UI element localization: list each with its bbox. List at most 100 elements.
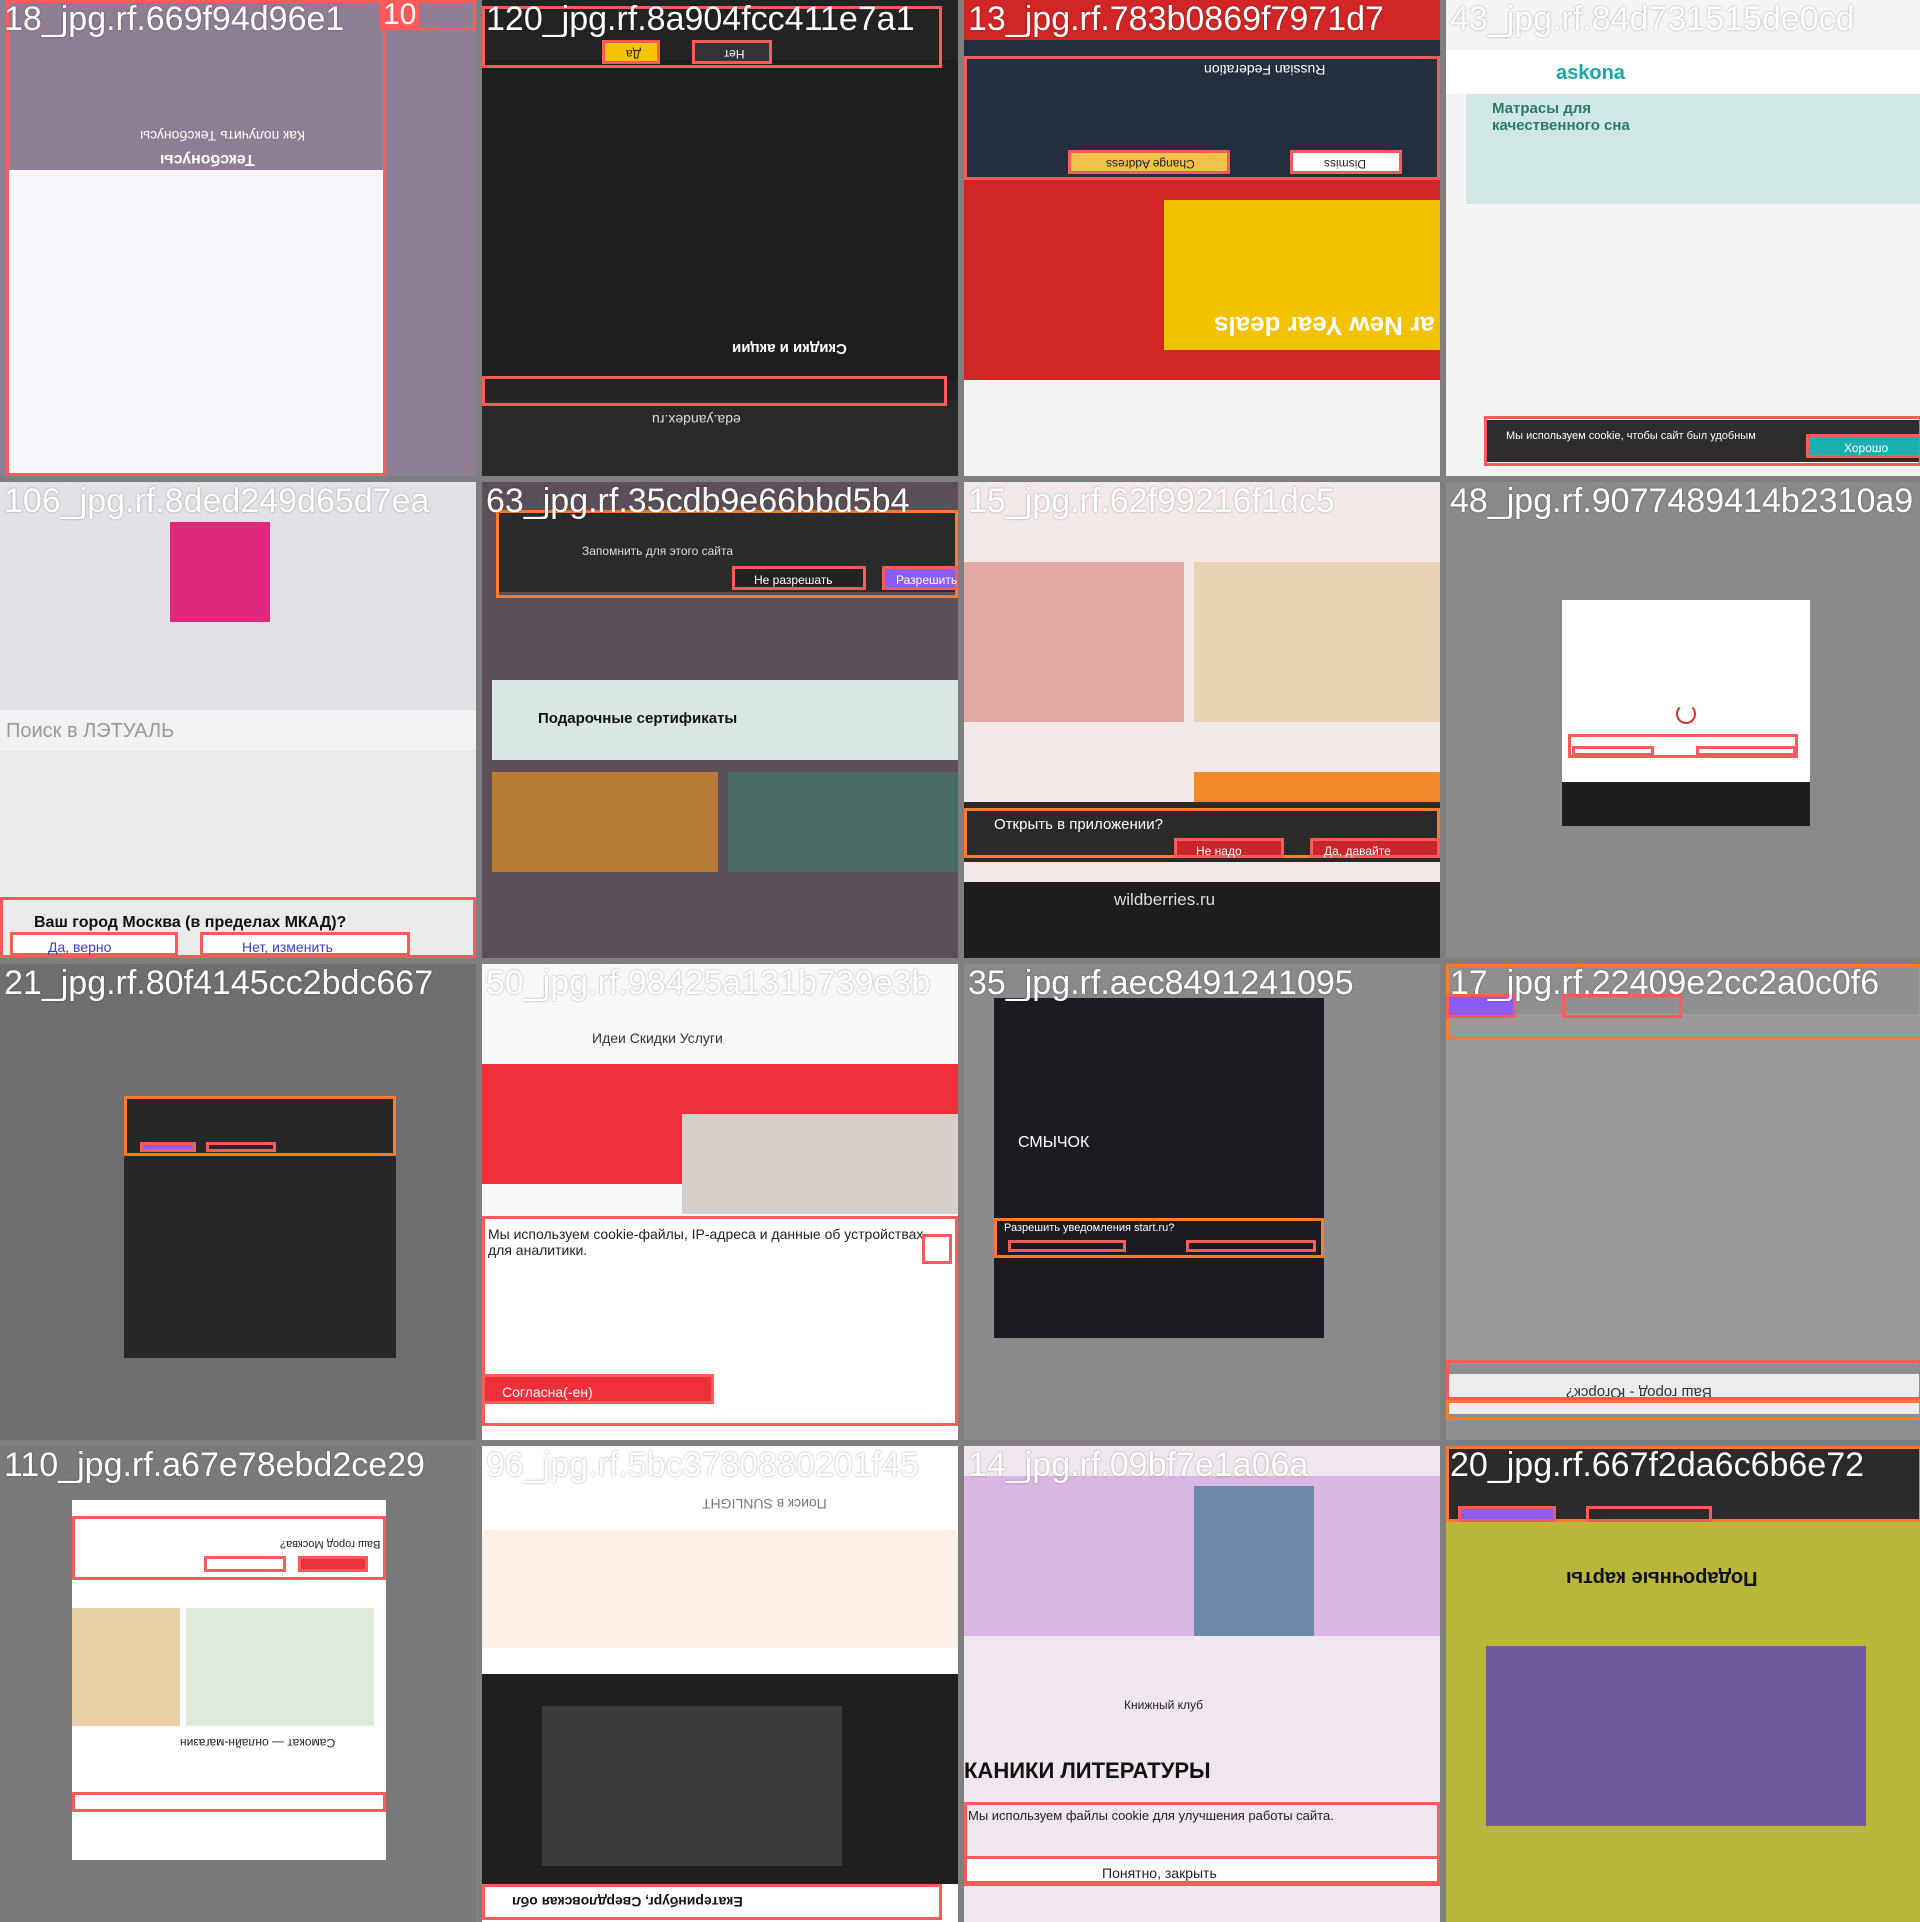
filename-label: 35_jpg.rf.aec8491241095 bbox=[968, 964, 1354, 1002]
dismiss-button[interactable]: Dismiss bbox=[1290, 150, 1402, 174]
tile: 48_jpg.rf.9077489414b2310a9 bbox=[1446, 482, 1920, 958]
button-box[interactable] bbox=[1696, 746, 1796, 756]
promo-banner bbox=[482, 1530, 958, 1648]
highlight-box bbox=[6, 0, 386, 476]
button-label: Понятно, закрыть bbox=[1102, 1865, 1217, 1881]
change-address-button[interactable]: Change Address bbox=[1068, 150, 1230, 174]
book-club-label[interactable]: Книжный клуб bbox=[1124, 1698, 1203, 1712]
tile: Книжный клуб КАНИКИ ЛИТЕРАТУРЫ Мы исполь… bbox=[964, 1446, 1440, 1922]
filename-label: 48_jpg.rf.9077489414b2310a9 bbox=[1450, 482, 1914, 520]
allow-button[interactable]: Разрешить bbox=[882, 566, 958, 590]
button-box[interactable]: Нет bbox=[692, 40, 772, 64]
search-placeholder: Поиск в ЛЭТУАЛЬ bbox=[6, 720, 175, 742]
promo-title: Подарочные сертификаты bbox=[538, 710, 738, 727]
tile: Russian Federation ar New Year deals Cha… bbox=[964, 0, 1440, 476]
decline-button[interactable]: Не надо bbox=[1174, 838, 1284, 858]
filename-label: 17_jpg.rf.22409e2cc2a0c0f6 bbox=[1450, 964, 1880, 1002]
tile: Идеи Скидки Услуги Мы используем cookie-… bbox=[482, 964, 958, 1440]
page-title: Самокат — онлайн-магазин bbox=[180, 1736, 336, 1750]
ok-button[interactable]: Хорошо bbox=[1806, 434, 1920, 458]
filename-label: 21_jpg.rf.80f4145cc2bdc667 bbox=[4, 964, 434, 1002]
button-label: Разрешить bbox=[896, 573, 958, 587]
highlight-box bbox=[994, 1218, 1324, 1258]
tile-orange bbox=[492, 772, 718, 872]
tile: Самокат — онлайн-магазин Ваш город Москв… bbox=[0, 1446, 476, 1922]
confirm-city-button[interactable]: Да, верно bbox=[10, 932, 178, 956]
sofa-image bbox=[682, 1114, 958, 1214]
tag: 10 bbox=[380, 0, 420, 30]
product-strip bbox=[964, 380, 1440, 476]
search-placeholder[interactable]: Поиск в SUNLIGHT bbox=[702, 1496, 827, 1512]
deny-button[interactable]: Не разрешать bbox=[732, 566, 866, 590]
content bbox=[482, 60, 958, 380]
allow-button[interactable] bbox=[1458, 1506, 1556, 1522]
food-card bbox=[186, 1608, 374, 1726]
ring-box bbox=[542, 1706, 842, 1866]
brand-logo: askona bbox=[1556, 62, 1625, 84]
filename-label: 43_jpg.rf.84d731515de0cd bbox=[1450, 0, 1855, 38]
loading-spinner-icon bbox=[1676, 704, 1696, 724]
tile: Запомнить для этого сайта Подарочные сер… bbox=[482, 482, 958, 958]
deny-button[interactable] bbox=[1586, 1506, 1712, 1522]
other-city-button[interactable] bbox=[204, 1556, 286, 1572]
tile: СМЫЧОК Разрешить уведомления start.ru? 3… bbox=[964, 964, 1440, 1440]
highlight-box bbox=[1446, 1400, 1920, 1420]
allow-button[interactable] bbox=[1186, 1240, 1316, 1252]
filename-label: 13_jpg.rf.783b0869f7971d7 bbox=[968, 0, 1384, 38]
tile: Ваш город - Югорск? 17_jpg.rf.22409e2cc2… bbox=[1446, 964, 1920, 1440]
block-button[interactable] bbox=[1008, 1240, 1126, 1252]
phone-navbar bbox=[1562, 782, 1810, 826]
product-image bbox=[1194, 562, 1440, 722]
tile: Поиск в ЛЭТУАЛЬ Ваш город Москва (в пред… bbox=[0, 482, 476, 958]
button-label: Да bbox=[626, 47, 641, 61]
button-label: Согласна(-ен) bbox=[502, 1384, 593, 1400]
filename-label: 15_jpg.rf.62f99216f1dc5 bbox=[968, 482, 1335, 520]
hero-title: СМЫЧОК bbox=[1018, 1134, 1090, 1151]
button-label: Change Address bbox=[1106, 157, 1195, 171]
filename-label: 50_jpg.rf.98425a131b739e3b bbox=[486, 964, 931, 1002]
button-box[interactable] bbox=[206, 1142, 276, 1152]
highlight-box bbox=[482, 376, 947, 406]
book-cover bbox=[1194, 1486, 1314, 1636]
highlight-box bbox=[1446, 1360, 1920, 1400]
promo-text: ar New Year deals bbox=[1214, 311, 1435, 341]
nav-tabs[interactable]: Идеи Скидки Услуги bbox=[592, 1030, 723, 1046]
filename-label: 96_jpg.rf.5bc3780880201f45 bbox=[486, 1446, 919, 1484]
tile: eda.yandex.ru Скидки и акции Да Нет 120_… bbox=[482, 0, 958, 476]
hero-text: Матрасы для качественного сна bbox=[1492, 100, 1630, 134]
card-image bbox=[1486, 1646, 1866, 1826]
button-label: Да, давайте bbox=[1324, 844, 1391, 858]
page-content bbox=[1446, 1014, 1920, 1364]
filename-label: 110_jpg.rf.a67e78ebd2ce29 bbox=[4, 1446, 425, 1484]
highlight-box bbox=[482, 1884, 942, 1920]
filename-label: 63_jpg.rf.35cdb9e66bbd5b4 bbox=[486, 482, 910, 520]
screenshot-grid: Тексбонусы Как получить Тексбонусы 18_jp… bbox=[0, 0, 1920, 1922]
close-icon[interactable] bbox=[922, 1234, 952, 1264]
button-label: Хорошо bbox=[1844, 441, 1889, 455]
address-text: eda.yandex.ru bbox=[652, 412, 741, 428]
discount-badge bbox=[170, 522, 270, 622]
header bbox=[1446, 50, 1920, 94]
change-city-button[interactable]: Нет, изменить bbox=[200, 932, 410, 956]
food-card bbox=[72, 1608, 180, 1726]
accept-button[interactable]: Согласна(-ен) bbox=[482, 1374, 714, 1404]
filename-label: 20_jpg.rf.667f2da6c6b6e72 bbox=[1450, 1446, 1865, 1484]
product-image bbox=[964, 562, 1184, 722]
confirm-city-button[interactable] bbox=[298, 1556, 368, 1572]
phone-screen bbox=[994, 998, 1324, 1338]
button-box[interactable] bbox=[140, 1142, 196, 1152]
button-box[interactable]: Да bbox=[602, 40, 660, 64]
filename-label: 18_jpg.rf.669f94d96e1 bbox=[4, 0, 345, 38]
button-label: Нет, изменить bbox=[242, 939, 333, 955]
button-box[interactable] bbox=[1572, 746, 1654, 756]
close-cookie-button[interactable]: Понятно, закрыть bbox=[964, 1856, 1440, 1884]
section-heading: КАНИКИ ЛИТЕРАТУРЫ bbox=[964, 1758, 1211, 1783]
tile: Поиск в SUNLIGHT Екатеринбург, Свердловс… bbox=[482, 1446, 958, 1922]
address-text: wildberries.ru bbox=[1114, 890, 1216, 909]
accept-button[interactable]: Да, давайте bbox=[1310, 838, 1440, 858]
tile: 21_jpg.rf.80f4145cc2bdc667 bbox=[0, 964, 476, 1440]
tile: Тексбонусы Как получить Тексбонусы 18_jp… bbox=[0, 0, 476, 476]
tile: Подарочные карты 20_jpg.rf.667f2da6c6b6e… bbox=[1446, 1446, 1920, 1922]
button-label: Нет bbox=[724, 47, 745, 61]
button-label: Не надо bbox=[1196, 844, 1242, 858]
